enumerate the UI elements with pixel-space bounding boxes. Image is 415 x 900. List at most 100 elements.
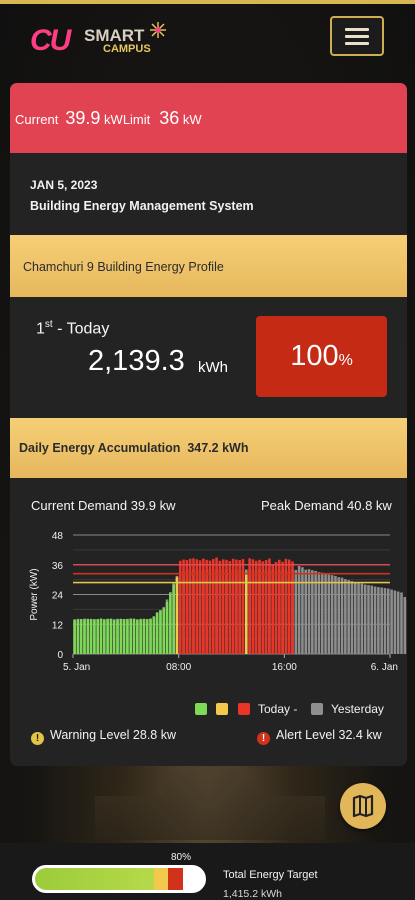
yesterday-bar (390, 589, 393, 654)
progress-segment (154, 868, 168, 890)
daily-accumulation-value: 347.2 kWh (187, 441, 249, 455)
today-bar (159, 610, 162, 654)
today-bar (109, 619, 113, 654)
today-bar (202, 558, 205, 654)
peak-demand: Peak Demand 40.8 kw (261, 498, 392, 513)
warning-level: ! Warning Level 28.8 kw (31, 728, 176, 746)
yesterday-bar (324, 573, 327, 654)
yesterday-bar (297, 565, 301, 654)
x-tick-label: 6. Jan (371, 662, 398, 673)
today-bar (254, 560, 258, 654)
progress-segment (167, 868, 183, 890)
yesterday-bar (314, 570, 317, 654)
yesterday-bar (360, 583, 364, 654)
rank-suffix: st (44, 319, 53, 330)
today-bar (103, 619, 106, 654)
today-bar (281, 561, 284, 654)
today-bar (116, 619, 119, 654)
energy-target-progress-bar (32, 865, 206, 893)
hamburger-menu-button[interactable] (330, 16, 384, 56)
target-percent: 80% (171, 852, 192, 863)
yesterday-bar (347, 580, 350, 654)
map-button[interactable] (340, 783, 386, 829)
today-bar (175, 577, 179, 654)
today-bar (139, 619, 142, 654)
today-bar (76, 619, 80, 654)
yesterday-bar (334, 575, 337, 654)
today-bar (79, 619, 83, 654)
chart-legend: Today - Yesterday (195, 701, 405, 719)
alert-icon: ! (257, 732, 270, 745)
today-bar (192, 558, 195, 654)
x-tick-label: 5. Jan (63, 662, 90, 673)
alert-level-text: Alert Level 32.4 kw (276, 728, 382, 742)
yesterday-bar (340, 577, 344, 654)
daily-accumulation-text: Daily Energy Accumulation 347.2 kWh (19, 441, 248, 455)
today-percent-box: 100% (256, 316, 387, 397)
rank-period: - Today (52, 320, 110, 338)
rank-number: 1 (36, 320, 45, 338)
today-bar (93, 619, 96, 654)
legend-yesterday-swatch[interactable] (311, 703, 323, 715)
limit-unit: kW (182, 112, 202, 127)
today-bar (145, 619, 149, 654)
progress-segment (35, 868, 155, 890)
y-tick-label: 12 (52, 620, 64, 631)
today-bar (96, 619, 99, 654)
yesterday-bar (357, 583, 360, 654)
legend-alert-swatch[interactable] (238, 703, 250, 715)
today-bar (73, 619, 76, 654)
legend-normal-swatch[interactable] (195, 703, 207, 715)
daily-accumulation-bar: Daily Energy Accumulation 347.2 kWh (10, 418, 407, 478)
yesterday-bar (367, 585, 370, 654)
today-bar (172, 584, 175, 654)
yesterday-bar (386, 588, 390, 654)
logo-cu-text: CU (30, 24, 71, 57)
today-bar (261, 561, 265, 654)
yesterday-bar (403, 596, 407, 654)
today-bar (122, 619, 126, 654)
hamburger-menu-icon-line (345, 35, 369, 38)
today-bar (112, 619, 116, 654)
alert-level: ! Alert Level 32.4 kw (257, 728, 382, 746)
today-bar (119, 618, 123, 654)
legend-yesterday-label[interactable]: Yesterday (331, 702, 384, 716)
cu-smart-campus-logo[interactable]: CU SMART CAMPUS (30, 22, 190, 64)
yesterday-bar (350, 581, 354, 654)
limit-label: Limit (122, 112, 151, 127)
today-bar (152, 616, 156, 654)
legend-warning-swatch[interactable] (216, 703, 228, 715)
today-bar (142, 618, 146, 654)
today-bar (208, 560, 212, 654)
today-bar (86, 618, 90, 654)
warning-level-text: Warning Level 28.8 kw (50, 728, 176, 742)
ranking-label: 1st - Today (36, 319, 109, 338)
yesterday-bar (380, 587, 383, 654)
yesterday-bar (301, 567, 304, 654)
logo-spark-icon (150, 22, 166, 38)
current-label: Current (15, 112, 59, 127)
power-chart[interactable]: 0 12 24 36 48 Power (kW) 5. Jan 08:00 16:00 6. Ja… (10, 523, 407, 693)
today-bar (126, 619, 129, 654)
today-bar (291, 561, 294, 654)
today-bar (268, 558, 271, 654)
yesterday-bar (393, 590, 397, 654)
y-tick-label: 0 (57, 650, 63, 661)
today-energy-unit: kWh (198, 359, 228, 376)
today-bar (89, 619, 93, 654)
yesterday-bar (337, 577, 341, 654)
target-value: 1,415.2 kWh (223, 888, 282, 900)
yesterday-bar (320, 572, 324, 654)
hamburger-menu-icon-line (345, 42, 369, 45)
today-bar (99, 618, 103, 654)
x-tick-label: 16:00 (272, 662, 297, 673)
app-header: CU SMART CAMPUS (0, 4, 415, 68)
legend-today-label[interactable]: Today - (258, 702, 297, 716)
yesterday-bar (344, 579, 347, 654)
current-demand: Current Demand 39.9 kw (31, 498, 176, 513)
current-limit-bar: Current 39.9 kWLimit 36 kW (10, 83, 407, 153)
yesterday-bar (383, 588, 387, 654)
y-tick-label: 48 (52, 531, 64, 542)
today-bar (129, 618, 133, 654)
building-profile-bar[interactable]: Chamchuri 9 Building Energy Profile (10, 235, 407, 297)
